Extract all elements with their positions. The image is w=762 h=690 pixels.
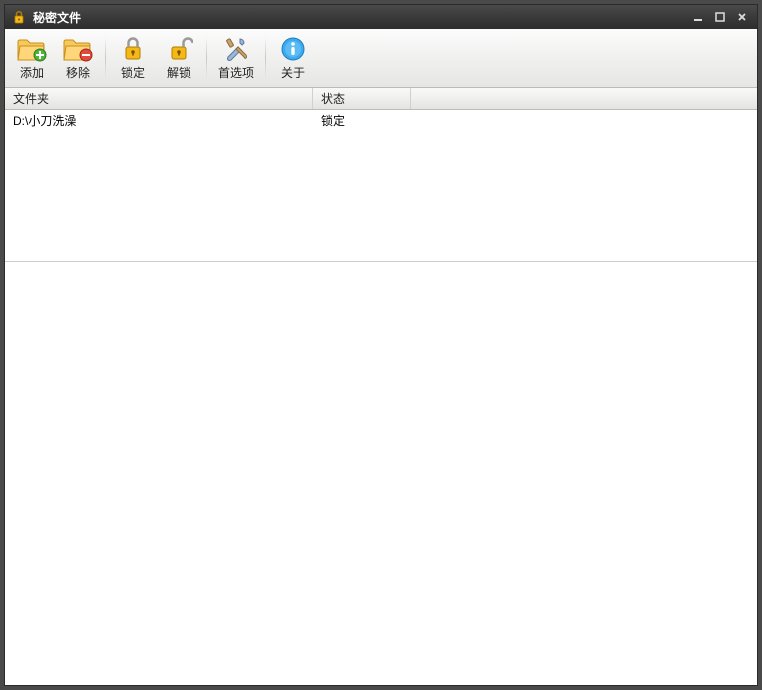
toolbar-separator xyxy=(265,37,266,79)
app-lock-icon xyxy=(11,9,27,25)
minimize-button[interactable] xyxy=(689,9,707,25)
content-area xyxy=(5,262,757,685)
column-folder-header[interactable]: 文件夹 xyxy=(5,88,313,109)
column-status-header[interactable]: 状态 xyxy=(313,88,411,109)
toolbar-separator xyxy=(206,37,207,79)
lock-label: 锁定 xyxy=(121,64,145,81)
close-button[interactable] xyxy=(733,9,751,25)
folder-remove-icon xyxy=(62,35,94,63)
preferences-label: 首选项 xyxy=(218,64,254,81)
about-button[interactable]: 关于 xyxy=(270,32,316,84)
window-title: 秘密文件 xyxy=(33,9,689,26)
list-header: 文件夹 状态 xyxy=(5,88,757,110)
folder-add-icon xyxy=(16,35,48,63)
about-label: 关于 xyxy=(281,64,305,81)
remove-button[interactable]: 移除 xyxy=(55,32,101,84)
titlebar[interactable]: 秘密文件 xyxy=(5,5,757,29)
unlock-label: 解锁 xyxy=(167,64,191,81)
preferences-button[interactable]: 首选项 xyxy=(211,32,261,84)
column-filler xyxy=(411,88,757,109)
add-label: 添加 xyxy=(20,64,44,81)
remove-label: 移除 xyxy=(66,64,90,81)
unlock-button[interactable]: 解锁 xyxy=(156,32,202,84)
toolbar-separator xyxy=(105,37,106,79)
window-controls xyxy=(689,9,751,25)
cell-status: 锁定 xyxy=(313,110,411,131)
tools-icon xyxy=(220,35,252,63)
list-body[interactable]: D:\小刀洗澡 锁定 xyxy=(5,110,757,262)
maximize-button[interactable] xyxy=(711,9,729,25)
lock-open-icon xyxy=(163,35,195,63)
lock-button[interactable]: 锁定 xyxy=(110,32,156,84)
cell-folder: D:\小刀洗澡 xyxy=(5,110,313,131)
app-window: 秘密文件 xyxy=(4,4,758,686)
add-button[interactable]: 添加 xyxy=(9,32,55,84)
toolbar: 添加 移除 xyxy=(5,29,757,88)
info-icon xyxy=(277,35,309,63)
table-row[interactable]: D:\小刀洗澡 锁定 xyxy=(5,110,757,130)
lock-closed-icon xyxy=(117,35,149,63)
